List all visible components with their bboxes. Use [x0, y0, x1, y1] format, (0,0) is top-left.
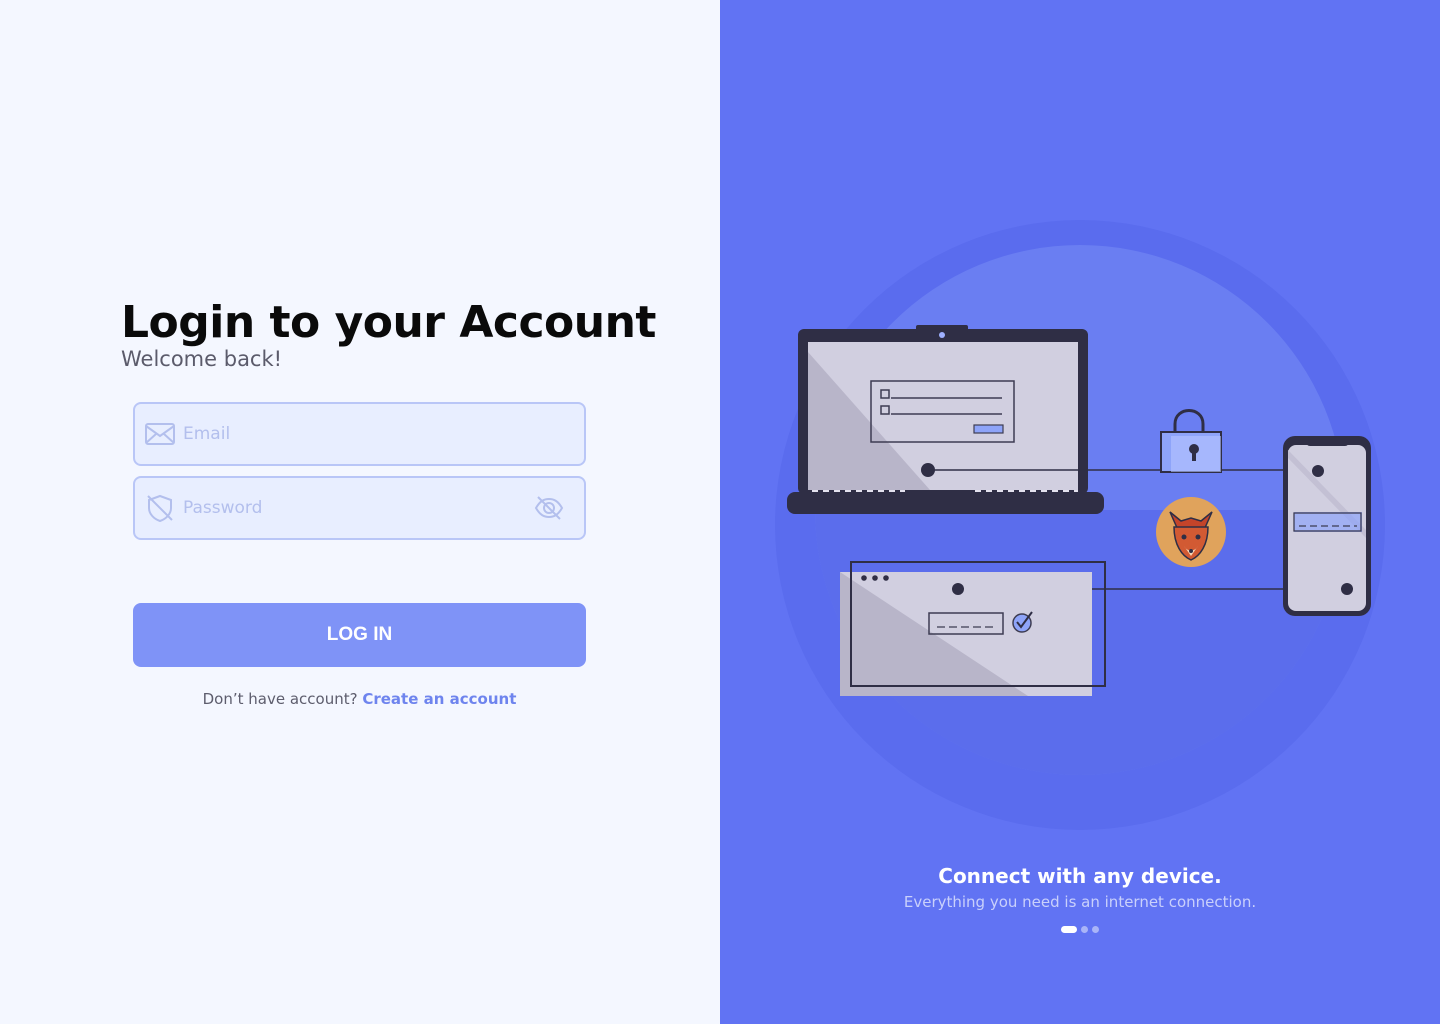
shield-icon — [143, 491, 177, 525]
page-subtitle: Welcome back! — [121, 347, 283, 371]
email-field[interactable] — [133, 402, 586, 466]
email-input[interactable] — [183, 424, 584, 444]
phone-illustration — [1283, 436, 1371, 616]
carousel-dots — [720, 926, 1440, 933]
fox-mascot-icon — [1156, 497, 1226, 567]
no-account-text: Don’t have account? — [202, 690, 358, 708]
login-panel: Login to your Account Welcome back! Emai… — [0, 0, 720, 1024]
laptop-illustration — [787, 325, 1104, 514]
password-field[interactable] — [133, 476, 586, 540]
eye-off-icon[interactable] — [532, 491, 566, 525]
carousel-dot-3[interactable] — [1092, 926, 1099, 933]
promo-subtitle: Everything you need is an internet conne… — [903, 893, 1257, 911]
promo-panel: Connect with any device. Everything you … — [720, 0, 1440, 1024]
login-button[interactable]: LOG IN — [133, 603, 586, 667]
signup-prompt: Don’t have account? Create an account — [133, 690, 586, 708]
create-account-link[interactable]: Create an account — [362, 690, 516, 708]
envelope-icon — [143, 417, 177, 451]
carousel-dot-2[interactable] — [1081, 926, 1088, 933]
carousel-dot-1[interactable] — [1061, 926, 1077, 933]
password-input[interactable] — [183, 498, 532, 518]
promo-title: Connect with any device. — [938, 864, 1222, 888]
browser-illustration — [840, 561, 1106, 696]
page-title: Login to your Account — [121, 297, 656, 348]
